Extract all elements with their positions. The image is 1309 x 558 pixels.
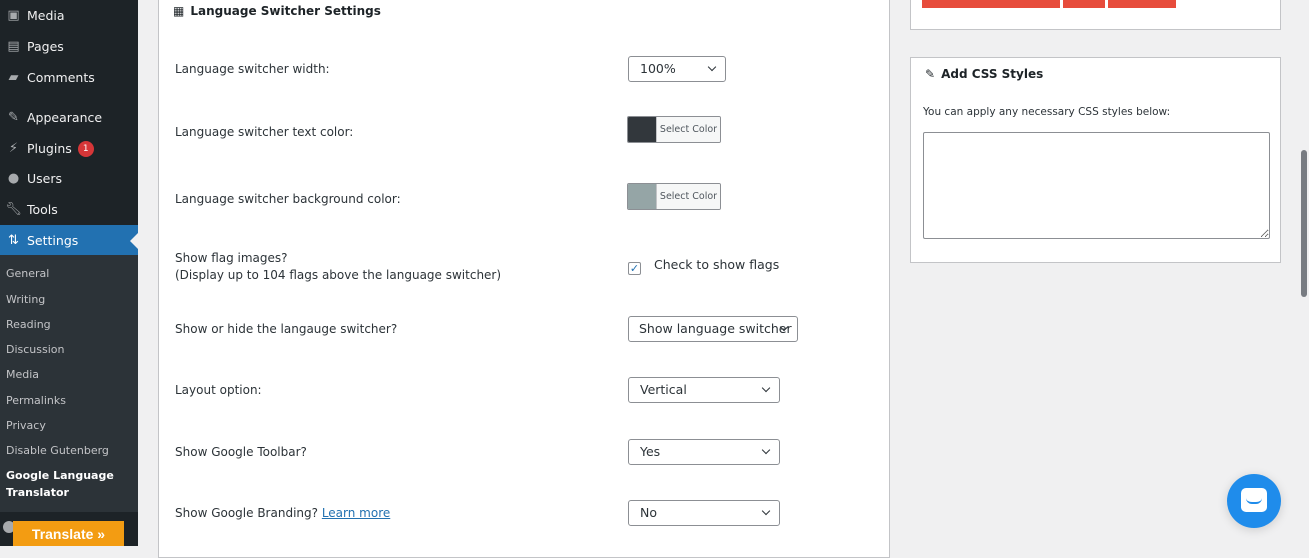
submenu-discussion[interactable]: Discussion bbox=[6, 343, 65, 356]
width-select[interactable]: 100% bbox=[628, 56, 726, 82]
flags-sublabel: (Display up to 104 flags above the langu… bbox=[175, 268, 502, 282]
submenu-general[interactable]: General bbox=[6, 267, 49, 280]
css-styles-panel: ✎ Add CSS Styles You can apply any necess… bbox=[910, 57, 1281, 263]
sidebar-item-media[interactable]: ▣ Media bbox=[0, 0, 138, 31]
plugins-icon: ⚡ bbox=[8, 141, 19, 156]
css-description: You can apply any necessary CSS styles b… bbox=[923, 106, 1171, 118]
sidebar-item-plugins[interactable]: ⚡ Plugins 1 bbox=[0, 133, 138, 164]
select-color-button[interactable]: Select Color bbox=[656, 184, 720, 209]
panel-title: Language Switcher Settings bbox=[190, 4, 381, 18]
width-label: Language switcher width: bbox=[175, 62, 330, 76]
show-flags-label: Check to show flags bbox=[654, 257, 780, 272]
translate-button[interactable]: Translate » bbox=[13, 521, 124, 546]
layout-select[interactable]: Vertical bbox=[628, 377, 780, 403]
submenu-permalinks[interactable]: Permalinks bbox=[6, 394, 66, 407]
tools-icon: 🔧︎ bbox=[5, 202, 22, 217]
settings-icon: ⇅ bbox=[8, 233, 19, 248]
update-count-badge: 1 bbox=[77, 140, 94, 157]
branding-select[interactable]: No bbox=[628, 500, 780, 526]
submenu-privacy[interactable]: Privacy bbox=[6, 419, 46, 432]
edit-icon: ✎ bbox=[925, 67, 936, 81]
css-styles-textarea[interactable] bbox=[923, 132, 1270, 239]
sidebar-item-comments[interactable]: ▰ Comments bbox=[0, 62, 138, 93]
sidebar-item-settings[interactable]: ⇅ Settings bbox=[0, 225, 138, 256]
toolbar-label: Show Google Toolbar? bbox=[175, 445, 307, 459]
media-icon: ▣ bbox=[7, 8, 20, 23]
select-color-button[interactable]: Select Color bbox=[656, 117, 720, 142]
text-color-picker[interactable]: Select Color bbox=[627, 116, 721, 143]
users-icon: ● bbox=[7, 171, 20, 186]
submenu-media[interactable]: Media bbox=[6, 368, 39, 381]
toolbar-select[interactable]: Yes bbox=[628, 439, 780, 465]
chat-button[interactable] bbox=[1227, 474, 1281, 528]
show-flags-checkbox[interactable]: ✓ bbox=[628, 262, 641, 275]
branding-label: Show Google Branding? Learn more bbox=[175, 505, 390, 521]
text-color-label: Language switcher text color: bbox=[175, 125, 354, 139]
bg-color-picker[interactable]: Select Color bbox=[627, 183, 721, 210]
sidebar-item-label: Comments bbox=[27, 70, 95, 85]
sidebar-item-label: Plugins bbox=[27, 141, 72, 156]
sidebar-item-label: Appearance bbox=[27, 110, 103, 125]
settings-submenu: General Writing Reading Discussion Media… bbox=[0, 255, 138, 512]
show-hide-select[interactable]: Show language switcher bbox=[628, 316, 798, 342]
learn-more-link[interactable]: Learn more bbox=[322, 506, 390, 520]
sidebar-item-tools[interactable]: 🔧︎ Tools bbox=[0, 194, 138, 225]
admin-sidebar: ▣ Media ▤ Pages ▰ Comments ✎ Appearance ⚡ Plu… bbox=[0, 0, 138, 546]
color-swatch bbox=[628, 117, 656, 142]
appearance-icon: ✎ bbox=[8, 110, 19, 125]
scrollbar[interactable] bbox=[1301, 150, 1307, 297]
layout-label: Layout option: bbox=[175, 383, 262, 397]
submenu-google-language-translator[interactable]: Google Language Translator bbox=[6, 467, 116, 501]
red-button[interactable] bbox=[1063, 0, 1105, 8]
color-swatch bbox=[628, 184, 656, 209]
branding-label-text: Show Google Branding? bbox=[175, 506, 318, 520]
language-switcher-settings-panel: ▦ Language Switcher Settings Language swi… bbox=[158, 0, 890, 558]
bg-color-label: Language switcher background color: bbox=[175, 192, 401, 206]
comments-icon: ▰ bbox=[8, 70, 19, 85]
panel-title: Add CSS Styles bbox=[941, 67, 1044, 81]
sidebar-item-label: Users bbox=[27, 171, 63, 186]
submenu-writing[interactable]: Writing bbox=[6, 293, 45, 306]
sidebar-item-users[interactable]: ● Users bbox=[0, 163, 138, 194]
red-button[interactable] bbox=[922, 0, 1060, 8]
show-hide-label: Show or hide the langauge switcher? bbox=[175, 322, 398, 336]
sidebar-item-pages[interactable]: ▤ Pages bbox=[0, 31, 138, 62]
table-icon: ▦ bbox=[173, 4, 185, 18]
red-button[interactable] bbox=[1108, 0, 1176, 8]
sidebar-item-label: Settings bbox=[27, 233, 79, 248]
submenu-disable-gutenberg[interactable]: Disable Gutenberg bbox=[6, 444, 109, 457]
sidebar-item-appearance[interactable]: ✎ Appearance bbox=[0, 102, 138, 133]
sidebar-item-label: Tools bbox=[27, 202, 58, 217]
submenu-reading[interactable]: Reading bbox=[6, 318, 51, 331]
sidebar-item-label: Media bbox=[27, 8, 65, 23]
pages-icon: ▤ bbox=[7, 39, 20, 54]
flags-label: Show flag images? bbox=[175, 251, 288, 265]
sidebar-item-label: Pages bbox=[27, 39, 64, 54]
